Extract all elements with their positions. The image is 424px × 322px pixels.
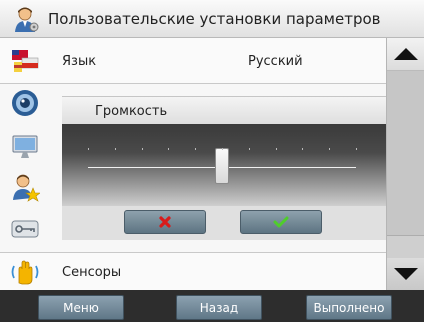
volume-dialog-footer — [62, 206, 386, 240]
volume-tick — [275, 148, 277, 150]
volume-dialog: Громкость — [62, 96, 386, 244]
back-button[interactable]: Назад — [176, 295, 262, 320]
language-label: Язык — [62, 54, 97, 69]
sensors-row[interactable]: Сенсоры — [0, 252, 386, 290]
accept-button[interactable] — [240, 210, 322, 234]
volume-tick — [222, 148, 223, 150]
volume-tick — [114, 148, 116, 150]
volume-slider-area[interactable] — [62, 124, 386, 206]
key-icon[interactable] — [10, 214, 40, 244]
volume-tick — [248, 148, 250, 150]
volume-slider-handle[interactable] — [215, 148, 229, 184]
monitor-icon[interactable] — [10, 132, 40, 162]
flag-icon — [12, 50, 39, 72]
speaker-icon[interactable] — [10, 88, 40, 118]
close-icon — [159, 216, 171, 228]
volume-tick — [329, 148, 331, 150]
title-bar: Пользовательские установки параметров — [0, 0, 424, 38]
menu-button[interactable]: Меню — [38, 295, 124, 320]
bottom-bar: Меню Назад Выполнено — [0, 290, 424, 322]
scroll-down-button[interactable] — [387, 258, 424, 290]
volume-dialog-header: Громкость — [62, 96, 386, 124]
volume-tick — [141, 148, 143, 150]
scrollbar[interactable] — [386, 38, 424, 290]
language-row[interactable]: Язык Русский — [0, 38, 386, 84]
triangle-down-icon — [394, 268, 418, 280]
volume-tick — [168, 148, 170, 150]
scroll-up-button[interactable] — [387, 38, 424, 70]
cancel-button[interactable] — [124, 210, 206, 234]
volume-dialog-title: Громкость — [95, 104, 168, 119]
user-settings-icon — [15, 7, 39, 32]
hand-sensor-icon — [11, 260, 39, 285]
page-title: Пользовательские установки параметров — [48, 10, 381, 28]
scroll-thumb[interactable] — [387, 70, 424, 236]
volume-tick — [356, 148, 357, 150]
volume-tick — [88, 148, 89, 150]
checkmark-icon — [273, 216, 289, 228]
sensors-label: Сенсоры — [62, 265, 122, 280]
language-value: Русский — [248, 54, 303, 69]
volume-tick — [195, 148, 197, 150]
triangle-up-icon — [394, 48, 418, 60]
volume-tick — [302, 148, 304, 150]
done-button[interactable]: Выполнено — [306, 295, 392, 320]
user-star-icon[interactable] — [10, 172, 40, 202]
